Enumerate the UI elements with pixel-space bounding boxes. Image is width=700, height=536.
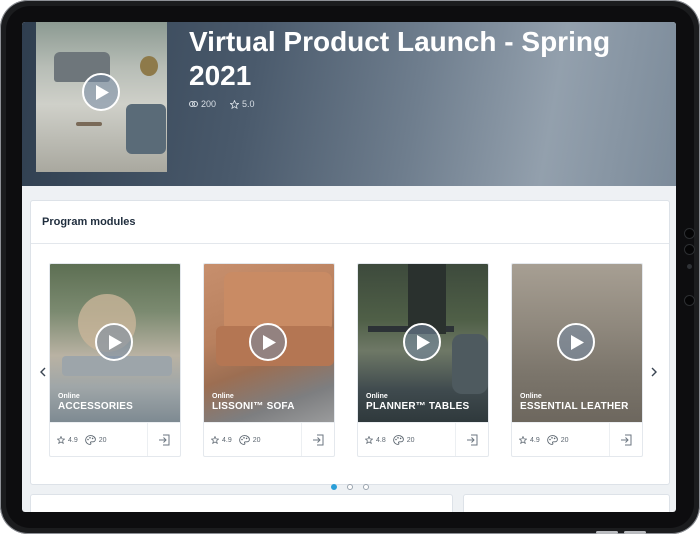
panel-heading: Program modules xyxy=(31,201,669,244)
participants-stat: 200 xyxy=(189,99,216,109)
bottom-panel-left xyxy=(30,494,453,512)
star-icon xyxy=(211,436,219,444)
module-status: Online xyxy=(58,393,80,400)
palette-icon xyxy=(546,435,558,445)
bottom-button-1 xyxy=(596,531,618,534)
chevron-right-icon[interactable] xyxy=(651,364,657,380)
module-label: Online PLANNER™ TABLES xyxy=(366,393,469,412)
module-label: Online ESSENTIAL LEATHER xyxy=(520,393,629,412)
palette-icon xyxy=(392,435,404,445)
play-button[interactable] xyxy=(403,323,441,361)
module-footer: 4.9 20 xyxy=(50,422,180,456)
module-count-value: 20 xyxy=(560,436,569,444)
play-icon xyxy=(571,334,584,350)
hero-plant-shape xyxy=(140,56,158,76)
module-footer: 4.8 20 xyxy=(358,422,488,456)
module-rating: 4.8 xyxy=(365,436,386,444)
module-count-value: 20 xyxy=(98,436,107,444)
module-rating-value: 4.9 xyxy=(530,436,540,444)
module-status: Online xyxy=(212,393,234,400)
palette-icon xyxy=(84,435,96,445)
module-rating: 4.9 xyxy=(211,436,232,444)
sofa-back-shape xyxy=(224,272,332,332)
module-count-value: 20 xyxy=(252,436,261,444)
hero-table-shape xyxy=(76,122,102,126)
module-rating: 4.9 xyxy=(57,436,78,444)
star-icon xyxy=(230,99,240,109)
module-name: PLANNER™ TABLES xyxy=(366,401,470,412)
rating-stat: 5.0 xyxy=(230,99,255,109)
hero-chair-shape xyxy=(126,104,166,154)
enter-icon xyxy=(467,434,478,446)
hero-meta: 200 5.0 xyxy=(189,99,255,109)
enter-button[interactable] xyxy=(609,423,642,456)
screen: Virtual Product Launch - Spring 2021 200… xyxy=(22,22,676,512)
module-count: 20 xyxy=(238,435,261,445)
module-card[interactable]: Online ACCESSORIES 4.9 20 xyxy=(49,263,181,457)
module-count-value: 20 xyxy=(406,436,415,444)
bottom-button-2 xyxy=(624,531,646,534)
module-thumbnail[interactable]: Online ESSENTIAL LEATHER xyxy=(512,264,642,422)
pagination-dot-2[interactable] xyxy=(347,484,353,490)
side-button-middle xyxy=(684,244,695,255)
star-icon xyxy=(365,436,373,444)
module-status: Online xyxy=(366,393,388,400)
module-count: 20 xyxy=(84,435,107,445)
module-rating: 4.9 xyxy=(519,436,540,444)
hero-thumbnail[interactable] xyxy=(36,22,167,172)
play-icon xyxy=(263,334,276,350)
carousel-pagination xyxy=(331,484,369,490)
enter-button[interactable] xyxy=(147,423,180,456)
play-button[interactable] xyxy=(557,323,595,361)
side-button-top xyxy=(684,228,695,239)
participants-count: 200 xyxy=(201,99,217,109)
side-button-bottom xyxy=(684,295,695,306)
module-name: ACCESSORIES xyxy=(58,401,133,412)
module-card[interactable]: Online ESSENTIAL LEATHER 4.9 20 xyxy=(511,263,643,457)
chair-shape xyxy=(452,334,488,394)
module-card[interactable]: Online LISSONI™ SOFA 4.9 20 xyxy=(203,263,335,457)
link-icon xyxy=(189,101,198,107)
tablet-frame: Virtual Product Launch - Spring 2021 200… xyxy=(0,0,700,534)
pagination-dot-1[interactable] xyxy=(331,484,337,490)
camera xyxy=(687,264,692,269)
page-title: Virtual Product Launch - Spring 2021 xyxy=(189,26,611,91)
enter-button[interactable] xyxy=(455,423,488,456)
play-icon xyxy=(417,334,430,350)
module-thumbnail[interactable]: Online ACCESSORIES xyxy=(50,264,180,422)
module-footer: 4.9 20 xyxy=(204,422,334,456)
palette-icon xyxy=(238,435,250,445)
enter-button[interactable] xyxy=(301,423,334,456)
module-label: Online LISSONI™ SOFA xyxy=(212,393,295,412)
play-button[interactable] xyxy=(249,323,287,361)
module-thumbnail[interactable]: Online LISSONI™ SOFA xyxy=(204,264,334,422)
program-modules-panel: Program modules Online ACCESSORIES 4.9 2… xyxy=(30,200,670,490)
rating-value: 5.0 xyxy=(242,99,255,109)
play-icon xyxy=(96,84,109,100)
pagination-dot-3[interactable] xyxy=(363,484,369,490)
bottom-panel-right xyxy=(463,494,670,512)
chevron-left-icon[interactable] xyxy=(40,364,46,380)
star-icon xyxy=(57,436,65,444)
module-status: Online xyxy=(520,393,542,400)
module-footer: 4.9 20 xyxy=(512,422,642,456)
module-rating-value: 4.8 xyxy=(376,436,386,444)
play-icon xyxy=(109,334,122,350)
module-name: ESSENTIAL LEATHER xyxy=(520,401,629,412)
module-rating-value: 4.9 xyxy=(68,436,78,444)
module-count: 20 xyxy=(392,435,415,445)
module-rating-value: 4.9 xyxy=(222,436,232,444)
star-icon xyxy=(519,436,527,444)
play-button[interactable] xyxy=(95,323,133,361)
hero-play-button[interactable] xyxy=(82,73,120,111)
module-label: Online ACCESSORIES xyxy=(58,393,133,412)
enter-icon xyxy=(621,434,632,446)
module-name: LISSONI™ SOFA xyxy=(212,401,295,412)
enter-icon xyxy=(159,434,170,446)
module-card[interactable]: Online PLANNER™ TABLES 4.8 20 xyxy=(357,263,489,457)
module-thumbnail[interactable]: Online PLANNER™ TABLES xyxy=(358,264,488,422)
enter-icon xyxy=(313,434,324,446)
hero-banner: Virtual Product Launch - Spring 2021 200… xyxy=(22,22,676,186)
module-count: 20 xyxy=(546,435,569,445)
